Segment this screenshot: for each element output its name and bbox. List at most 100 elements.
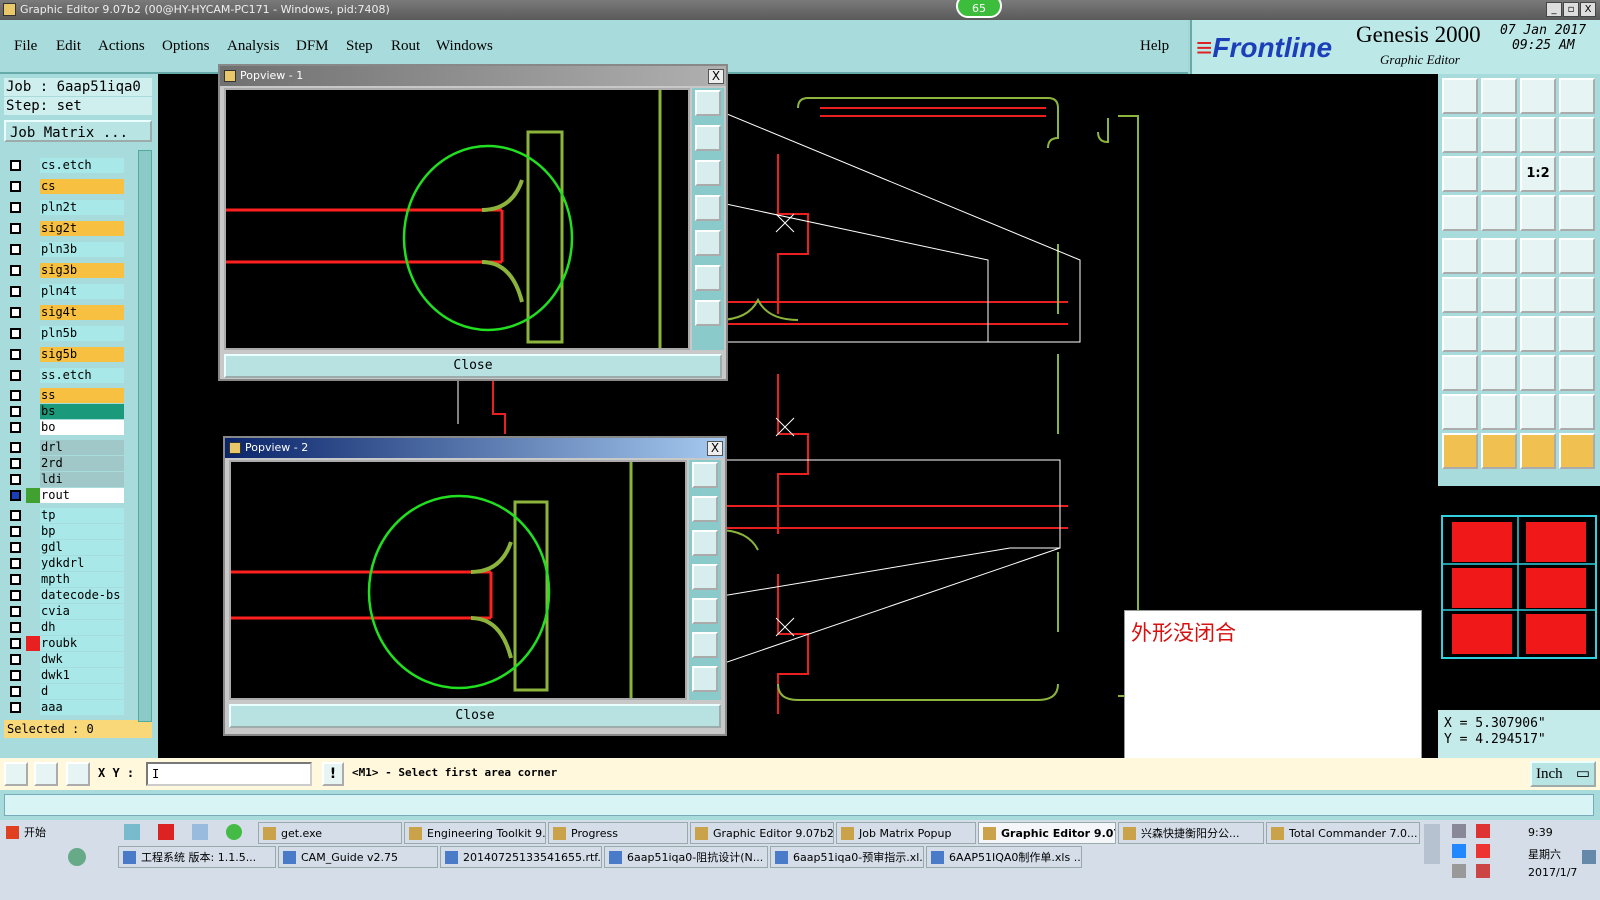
help-icon[interactable] xyxy=(1559,156,1595,192)
layer-checkbox[interactable] xyxy=(10,490,21,501)
taskbar-item[interactable]: Progress xyxy=(548,822,688,844)
left-icon[interactable] xyxy=(1442,117,1478,153)
layer-checkbox[interactable] xyxy=(10,574,21,585)
layer-row-cs[interactable]: cs xyxy=(8,179,124,194)
layer-color-swatch[interactable] xyxy=(26,305,40,320)
close-window-button[interactable]: X xyxy=(1580,2,1596,17)
layer-label[interactable]: ss.etch xyxy=(40,368,124,383)
layer-checkbox[interactable] xyxy=(10,202,21,213)
a-cyan-icon[interactable] xyxy=(1559,394,1595,430)
pan-up-icon[interactable] xyxy=(695,125,721,151)
layer-checkbox[interactable] xyxy=(10,474,21,485)
layer-checkbox[interactable] xyxy=(10,458,21,469)
volume-icon[interactable] xyxy=(1452,864,1466,878)
layer-color-swatch[interactable] xyxy=(26,700,40,715)
layer-checkbox[interactable] xyxy=(10,406,21,417)
popview-2-close-x[interactable]: X xyxy=(707,441,723,456)
window-icon[interactable] xyxy=(1559,78,1595,114)
taskbar-item[interactable]: 6AAP51IQA0制作单.xls ... xyxy=(926,846,1082,868)
line-red-icon[interactable] xyxy=(1520,277,1556,313)
taskbar-item[interactable]: get.exe xyxy=(258,822,402,844)
layer-label[interactable]: pln5b xyxy=(40,326,124,341)
layer-label[interactable]: bp xyxy=(40,524,124,539)
layer-row-sig2t[interactable]: sig2t xyxy=(8,221,124,236)
layer-row-ydkdrl[interactable]: ydkdrl xyxy=(8,556,124,571)
angle-mode-icon[interactable] xyxy=(34,762,58,786)
layer-color-swatch[interactable] xyxy=(26,488,40,503)
layer-row-ss-etch[interactable]: ss.etch xyxy=(8,368,124,383)
layer-color-swatch[interactable] xyxy=(26,588,40,603)
layer-checkbox[interactable] xyxy=(10,670,21,681)
notification-badge[interactable]: 65 xyxy=(956,0,1002,18)
layer-color-swatch[interactable] xyxy=(26,652,40,667)
gdown-icon[interactable] xyxy=(1481,78,1517,114)
layer-color-swatch[interactable] xyxy=(26,347,40,362)
layer-color-swatch[interactable] xyxy=(26,572,40,587)
menu-rout[interactable]: Rout xyxy=(391,38,420,55)
fit-icon[interactable] xyxy=(692,632,718,658)
fit-icon[interactable] xyxy=(695,265,721,291)
layer-color-swatch[interactable] xyxy=(26,284,40,299)
taskbar-item[interactable]: Graphic Editor 9.07... xyxy=(978,822,1116,844)
quicklaunch-icon[interactable] xyxy=(68,848,86,866)
layer-label[interactable]: sig3b xyxy=(40,263,124,278)
taskbar-item[interactable]: 工程系统 版本: 1.1.5... xyxy=(118,846,276,868)
a-red-icon[interactable] xyxy=(1520,394,1556,430)
layer-label[interactable]: ss xyxy=(40,388,124,403)
snap-icon[interactable] xyxy=(1442,195,1478,231)
layer-label[interactable]: bo xyxy=(40,420,124,435)
layer-checkbox[interactable] xyxy=(10,370,21,381)
layer-checkbox[interactable] xyxy=(10,686,21,697)
diag-icon[interactable] xyxy=(1481,316,1517,352)
zoom-s-icon[interactable] xyxy=(1559,117,1595,153)
copy-icon[interactable] xyxy=(1559,355,1595,391)
zoom-in-icon[interactable] xyxy=(692,462,718,488)
layer-label[interactable]: pln4t xyxy=(40,284,124,299)
layer-checkbox[interactable] xyxy=(10,638,21,649)
popview-2-close-button[interactable]: Close xyxy=(229,704,721,728)
browser-icon[interactable] xyxy=(226,824,242,840)
layer-label[interactable]: ldi xyxy=(40,472,124,487)
popview-1-close-button[interactable]: Close xyxy=(224,354,722,378)
measure-icon[interactable] xyxy=(1520,355,1556,391)
taskbar-item[interactable]: 20140725133541655.rtf... xyxy=(440,846,602,868)
cross-icon[interactable] xyxy=(1481,277,1517,313)
pan-down-icon[interactable] xyxy=(695,160,721,186)
layer-color-swatch[interactable] xyxy=(26,221,40,236)
layer-checkbox[interactable] xyxy=(10,390,21,401)
layer-color-swatch[interactable] xyxy=(26,242,40,257)
layer-checkbox[interactable] xyxy=(10,286,21,297)
layer-row-ldi[interactable]: ldi xyxy=(8,472,124,487)
layer-row-datecode-bs[interactable]: datecode-bs xyxy=(8,588,124,603)
layer-checkbox[interactable] xyxy=(10,654,21,665)
layer-label[interactable]: rout xyxy=(40,488,124,503)
layer-color-swatch[interactable] xyxy=(26,263,40,278)
layer-label[interactable]: d xyxy=(40,684,124,699)
home-icon[interactable] xyxy=(1520,78,1556,114)
layer-label[interactable]: sig5b xyxy=(40,347,124,362)
layer-checkbox[interactable] xyxy=(10,558,21,569)
popview-1-canvas[interactable] xyxy=(224,88,690,350)
move-icon[interactable] xyxy=(1442,355,1478,391)
ruler-icon[interactable] xyxy=(1520,238,1556,274)
layer-checkbox[interactable] xyxy=(10,422,21,433)
layer-row-sig3b[interactable]: sig3b xyxy=(8,263,124,278)
layer-row-rout[interactable]: rout xyxy=(8,488,124,503)
taskbar-item[interactable]: CAM_Guide v2.75 xyxy=(278,846,438,868)
layer-row-cvia[interactable]: cvia xyxy=(8,604,124,619)
triangle-icon[interactable] xyxy=(1442,394,1478,430)
taskbar-item[interactable]: 6aap51iqa0-阻抗设计(N... xyxy=(604,846,768,868)
pointer-circle-icon[interactable] xyxy=(1520,433,1556,469)
layer-label[interactable]: sig2t xyxy=(40,221,124,236)
layer-row-dwk1[interactable]: dwk1 xyxy=(8,668,124,683)
warning-button[interactable]: ! xyxy=(322,762,344,786)
right-icon[interactable] xyxy=(1481,117,1517,153)
layer-row-pln4t[interactable]: pln4t xyxy=(8,284,124,299)
pan-down-icon[interactable] xyxy=(692,530,718,556)
center-icon[interactable] xyxy=(695,300,721,326)
menu-step[interactable]: Step xyxy=(346,38,373,55)
dot-icon[interactable] xyxy=(1559,238,1595,274)
arrow-up-icon[interactable] xyxy=(1481,394,1517,430)
maximize-button[interactable]: ▫ xyxy=(1563,2,1579,17)
show-desktop-icon[interactable] xyxy=(1582,850,1596,864)
